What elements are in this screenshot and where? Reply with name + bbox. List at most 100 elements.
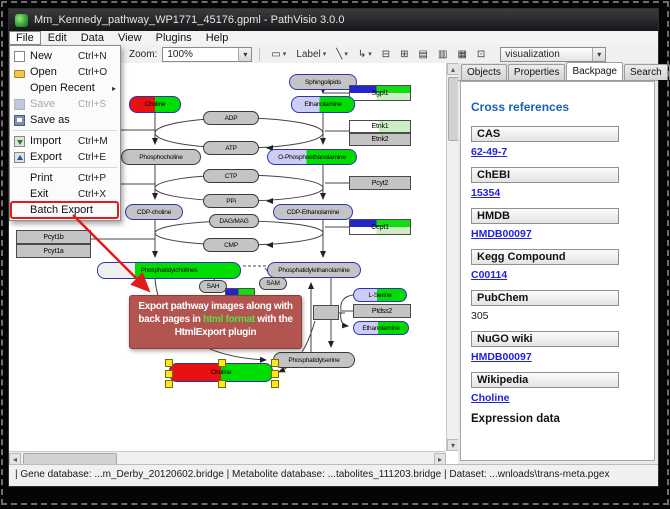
node-ppi[interactable]: PPi xyxy=(203,194,259,208)
selection-handle[interactable] xyxy=(271,370,279,378)
horizontal-scrollbar[interactable]: ◂ ▸ xyxy=(9,451,446,464)
xref-link[interactable]: Choline xyxy=(471,392,644,404)
selection-handle[interactable] xyxy=(165,380,173,388)
xref-link[interactable]: C00114 xyxy=(471,269,644,281)
layout-icon[interactable]: ⊡ xyxy=(473,46,489,63)
node-etnk2[interactable]: Etnk2 xyxy=(349,133,411,146)
align-middle-icon[interactable]: ⊞ xyxy=(396,46,412,63)
file-menu-item-exit[interactable]: ExitCtrl+X xyxy=(10,186,120,202)
new-label-tool-glyph: Label xyxy=(296,47,320,62)
file-menu-item-export[interactable]: ExportCtrl+E xyxy=(10,149,120,165)
node-phosphocholine[interactable]: Phosphocholine xyxy=(121,149,201,165)
scroll-right-arrow-icon[interactable]: ▸ xyxy=(434,453,446,465)
menu-item-label: Export xyxy=(30,151,78,163)
file-menu-item-batch-export[interactable]: Batch Export xyxy=(10,202,120,218)
node-pcyt2[interactable]: Pcyt2 xyxy=(349,176,411,190)
node-o-phosphoethanolamine[interactable]: O-Phosphoethanolamine xyxy=(267,149,357,165)
file-menu-item-print[interactable]: PrintCtrl+P xyxy=(10,170,120,186)
tab-search[interactable]: Search xyxy=(624,64,668,80)
node-pcyt1b[interactable]: Pcyt1b xyxy=(16,230,91,244)
node-ptdss2[interactable]: Ptdss2 xyxy=(353,304,411,318)
node-l-serine[interactable]: L-Serine xyxy=(353,288,407,302)
node-cdp-choline[interactable]: CDP-choline xyxy=(125,204,183,220)
xref-header: ChEBI xyxy=(471,167,619,183)
selection-handle[interactable] xyxy=(218,380,226,388)
panel-tabs: ObjectsPropertiesBackpageSearchLegend xyxy=(458,63,658,81)
xref-link[interactable]: HMDB00097 xyxy=(471,228,644,240)
export-icon xyxy=(14,152,25,163)
node-label: Pcyt2 xyxy=(372,180,389,187)
visualization-combobox[interactable]: visualization ▾ xyxy=(500,47,606,62)
selection-handle[interactable] xyxy=(271,359,279,367)
zoom-combobox[interactable]: 100% ▾ xyxy=(162,47,252,62)
selection-handle[interactable] xyxy=(218,359,226,367)
menu-edit[interactable]: Edit xyxy=(41,32,74,45)
common-size-icon[interactable]: ▦ xyxy=(453,46,470,63)
file-menu-item-open[interactable]: OpenCtrl+O xyxy=(10,64,120,80)
xref-link[interactable]: 62-49-7 xyxy=(471,146,644,158)
menu-plugins[interactable]: Plugins xyxy=(149,32,199,45)
tab-objects[interactable]: Objects xyxy=(461,64,507,80)
vertical-scrollbar[interactable]: ▴ ▾ xyxy=(446,63,459,451)
stack-vertical-icon[interactable]: ▤ xyxy=(415,46,432,63)
scroll-up-arrow-icon[interactable]: ▴ xyxy=(447,63,459,75)
node-label: Phosphatidylserine xyxy=(288,357,339,364)
node-ethanolamine[interactable]: Ethanolamine xyxy=(353,321,409,335)
node-ctp[interactable]: CTP xyxy=(203,169,259,183)
chevron-down-icon: ▾ xyxy=(592,48,605,61)
node-sah[interactable]: SAH xyxy=(199,280,227,293)
node-label: Choline xyxy=(145,101,166,108)
new-connector-tool[interactable]: ↳▾ xyxy=(354,46,376,63)
node-sgpl1[interactable]: Sgpl1 xyxy=(349,85,411,101)
menu-data[interactable]: Data xyxy=(74,32,111,45)
node-cept1[interactable]: Cept1 xyxy=(349,219,411,235)
xref-link[interactable]: HMDB00097 xyxy=(471,351,644,363)
scrollbar-thumb[interactable] xyxy=(23,453,117,464)
node-pcyt1a[interactable]: Pcyt1a xyxy=(16,244,91,258)
node-phosphatidylcholines[interactable]: Phosphatidylcholines xyxy=(97,262,241,279)
xref-link[interactable]: 15354 xyxy=(471,187,644,199)
menu-item-shortcut: Ctrl+X xyxy=(78,189,116,200)
new-label-tool[interactable]: Label▾ xyxy=(292,46,330,63)
file-menu-item-save-as[interactable]: Save as xyxy=(10,112,120,128)
node-adp[interactable]: ADP xyxy=(203,111,259,125)
gene-box-partial[interactable] xyxy=(313,305,339,320)
new-datanode-tool[interactable]: ▭▾ xyxy=(267,46,290,63)
selection-handle[interactable] xyxy=(271,380,279,388)
scrollbar-track[interactable] xyxy=(21,452,434,464)
menu-file[interactable]: File xyxy=(9,31,41,45)
node-cdp-ethanolamine[interactable]: CDP-Ethanolamine xyxy=(273,204,353,220)
align-center-icon[interactable]: ⊟ xyxy=(378,46,394,63)
menu-view[interactable]: View xyxy=(111,32,149,45)
file-menu-item-import[interactable]: ImportCtrl+M xyxy=(10,133,120,149)
tab-backpage[interactable]: Backpage xyxy=(566,62,622,80)
selection-handle[interactable] xyxy=(165,370,173,378)
menu-help[interactable]: Help xyxy=(199,32,236,45)
chevron-down-icon: ▾ xyxy=(344,50,348,58)
node-cmp[interactable]: CMP xyxy=(203,238,259,252)
menu-bar: FileEditDataViewPluginsHelp xyxy=(9,31,658,46)
menu-item-label: Exit xyxy=(30,188,78,200)
scroll-down-arrow-icon[interactable]: ▾ xyxy=(447,439,459,451)
node-label: DAG/MAG xyxy=(219,218,248,225)
scroll-left-arrow-icon[interactable]: ◂ xyxy=(9,453,21,465)
file-menu-item-new[interactable]: NewCtrl+N xyxy=(10,48,120,64)
new-datanode-tool-glyph: ▭ xyxy=(271,47,280,62)
scrollbar-thumb[interactable] xyxy=(448,77,459,141)
stack-horizontal-icon[interactable]: ▥ xyxy=(434,46,451,63)
node-choline[interactable]: Choline xyxy=(129,96,181,113)
node-phosphatidylserine[interactable]: Phosphatidylserine xyxy=(273,352,355,368)
node-dag-mag[interactable]: DAG/MAG xyxy=(209,214,259,228)
node-atp[interactable]: ATP xyxy=(203,141,259,155)
file-menu-item-open-recent[interactable]: Open Recent▸ xyxy=(10,80,120,96)
xref-header: Kegg Compound xyxy=(471,249,619,265)
node-etnk1[interactable]: Etnk1 xyxy=(349,120,411,133)
node-ethanolamine[interactable]: Ethanolamine xyxy=(291,96,355,113)
node-sam[interactable]: SAM xyxy=(259,277,287,290)
tab-properties[interactable]: Properties xyxy=(508,64,566,80)
node-phosphatidylethanolamine[interactable]: Phosphatidylethanolamine xyxy=(267,262,361,278)
node-sphingolipids[interactable]: Sphingolipids xyxy=(289,74,357,90)
selection-handle[interactable] xyxy=(165,359,173,367)
new-line-tool[interactable]: ╲▾ xyxy=(332,46,352,63)
scrollbar-track[interactable] xyxy=(447,75,459,439)
